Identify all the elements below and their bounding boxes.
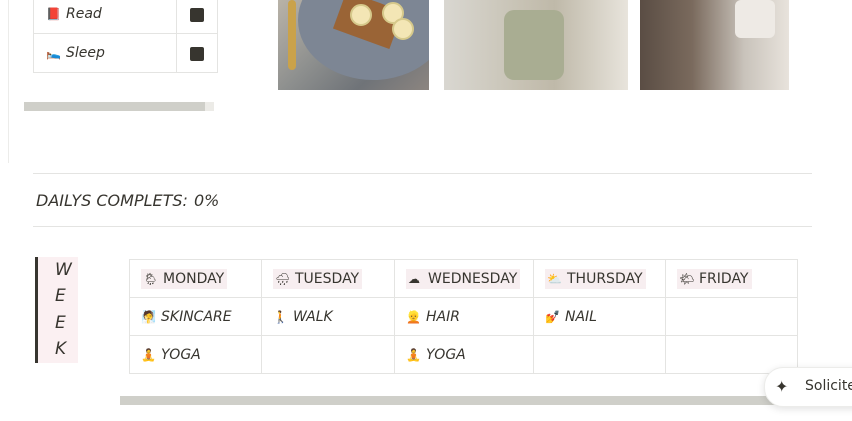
day-tag: 🌧 TUESDAY	[273, 268, 363, 289]
habit-table: 📕 Read 🛌 Sleep	[33, 0, 218, 73]
column-header-thursday[interactable]: ⛅ THURSDAY	[533, 259, 666, 298]
scrollbar-thumb[interactable]	[24, 102, 205, 111]
red-book-icon: 📕	[46, 7, 61, 21]
face-mask-icon: 🧖	[141, 309, 156, 324]
day-label: MONDAY	[163, 270, 225, 287]
leggings-shape	[504, 10, 564, 80]
week-table: 🌦 MONDAY 🌧 TUESDAY ☁ WEDNESDAY ⛅ THURSDAY 🌤 F…	[129, 259, 798, 374]
day-label: TUESDAY	[295, 270, 360, 287]
rain-cloud-icon: 🌧	[275, 271, 291, 286]
ask-ai-label: Solicite	[805, 378, 852, 394]
task-label: HAIR	[426, 308, 460, 325]
habit-check-cell[interactable]	[176, 33, 218, 73]
habit-name-cell[interactable]: 📕 Read	[33, 0, 177, 34]
dailys-label: DAILYS COMPLETS:	[36, 191, 188, 210]
table-row: 📕 Read	[33, 0, 218, 34]
table-cell[interactable]: 🧘 YOGA	[394, 335, 534, 374]
table-cell[interactable]: 🧘 YOGA	[129, 335, 262, 374]
day-tag: ⛅ THURSDAY	[545, 268, 646, 289]
column-header-friday[interactable]: 🌤 FRIDAY	[665, 259, 798, 298]
food-photo	[278, 0, 429, 90]
table-cell[interactable]: 🚶 WALK	[261, 297, 395, 336]
scrollbar-thumb[interactable]	[120, 396, 800, 405]
habit-scrollbar[interactable]	[24, 102, 214, 111]
bed-icon: 🛌	[46, 46, 61, 60]
task-label: WALK	[293, 308, 333, 325]
habit-checkbox[interactable]	[190, 47, 204, 61]
habit-label: Sleep	[66, 45, 105, 61]
column-header-wednesday[interactable]: ☁ WEDNESDAY	[394, 259, 534, 298]
header-row: 🌦 MONDAY 🌧 TUESDAY ☁ WEDNESDAY ⛅ THURSDAY 🌤 F…	[129, 259, 798, 298]
cloud-icon: ☁	[408, 271, 420, 286]
day-tag: 🌤 FRIDAY	[677, 268, 752, 289]
table-row: 🛌 Sleep	[33, 33, 218, 73]
banana-slice	[350, 4, 372, 26]
table-cell[interactable]: 💅 NAIL	[533, 297, 666, 336]
week-letter: E	[55, 313, 66, 333]
yoga-icon: 🧘	[141, 347, 156, 362]
table-cell[interactable]: 🧖 SKINCARE	[129, 297, 262, 336]
week-letter: W	[55, 260, 72, 280]
jar-shape	[735, 0, 775, 38]
divider	[33, 226, 812, 227]
table-cell[interactable]	[261, 335, 395, 374]
column-header-tuesday[interactable]: 🌧 TUESDAY	[261, 259, 395, 298]
week-scrollbar[interactable]	[120, 396, 800, 405]
sun-rain-icon: 🌦	[143, 271, 159, 286]
week-letter: E	[55, 286, 66, 306]
banana-slice	[392, 18, 414, 40]
table-cell[interactable]	[533, 335, 666, 374]
habit-checkbox[interactable]	[190, 8, 204, 22]
day-label: THURSDAY	[567, 270, 643, 287]
day-label: FRIDAY	[699, 270, 749, 287]
left-border	[8, 0, 9, 163]
fitness-photo	[444, 0, 628, 90]
task-label: SKINCARE	[161, 308, 232, 325]
task-label: YOGA	[161, 346, 201, 363]
day-label: WEDNESDAY	[428, 270, 518, 287]
blonde-person-icon: 👱	[406, 309, 421, 324]
dailys-value: 0%	[193, 191, 220, 210]
walking-icon: 🚶	[273, 309, 288, 324]
task-label: NAIL	[565, 308, 597, 325]
day-tag: ☁ WEDNESDAY	[406, 268, 521, 289]
sun-behind-cloud-icon: ⛅	[547, 271, 562, 286]
sparkle-icon: ✦	[775, 377, 789, 396]
dailys-complete: DAILYS COMPLETS: 0%	[36, 191, 219, 210]
column-header-monday[interactable]: 🌦 MONDAY	[129, 259, 262, 298]
nail-polish-icon: 💅	[545, 309, 560, 324]
ask-ai-button[interactable]: ✦ Solicite	[764, 367, 852, 407]
table-cell[interactable]: 👱 HAIR	[394, 297, 534, 336]
table-row: 🧖 SKINCARE 🚶 WALK 👱 HAIR 💅 NAIL	[129, 297, 798, 336]
habit-check-cell[interactable]	[176, 0, 218, 34]
habit-label: Read	[66, 6, 102, 22]
day-tag: 🌦 MONDAY	[141, 268, 228, 289]
habit-name-cell[interactable]: 🛌 Sleep	[33, 33, 177, 73]
yoga-icon: 🧘	[406, 347, 421, 362]
drink-photo	[640, 0, 789, 90]
table-cell[interactable]	[665, 297, 798, 336]
table-row: 🧘 YOGA 🧘 YOGA	[129, 335, 798, 374]
week-letter: K	[55, 339, 67, 359]
task-label: YOGA	[426, 346, 466, 363]
divider	[33, 173, 812, 174]
sun-small-cloud-icon: 🌤	[679, 271, 695, 286]
spoon-shape	[288, 0, 296, 70]
